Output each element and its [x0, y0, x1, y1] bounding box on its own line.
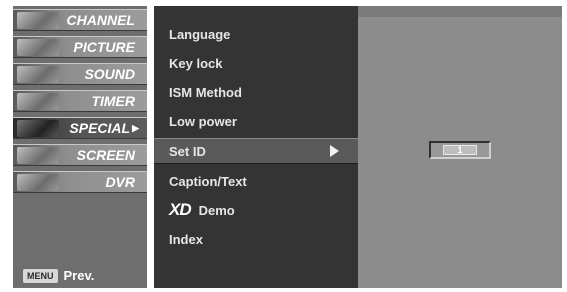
- prev-hint[interactable]: MENU Prev.: [23, 268, 94, 283]
- submenu-item-index[interactable]: Index: [154, 226, 358, 252]
- submenu-item-xd-demo[interactable]: XD Demo: [154, 197, 358, 223]
- menu-item-timer[interactable]: TIMER: [13, 90, 147, 112]
- menu-item-label: PICTURE: [73, 39, 135, 55]
- submenu-item-label: Caption/Text: [169, 173, 247, 189]
- menu-item-picture[interactable]: PICTURE: [13, 36, 147, 58]
- arrow-right-icon: [330, 145, 339, 157]
- sound-icon: [17, 66, 59, 83]
- menu-item-channel[interactable]: CHANNEL: [13, 9, 147, 31]
- screen-icon: [17, 147, 59, 164]
- special-submenu: Language Key lock ISM Method Low power S…: [154, 6, 358, 288]
- menu-item-label: SCREEN: [76, 147, 135, 163]
- value-panel: 1: [358, 6, 562, 288]
- menu-item-sound[interactable]: SOUND: [13, 63, 147, 85]
- xd-logo: XD: [169, 200, 192, 219]
- menu-item-dvr[interactable]: DVR: [13, 171, 147, 193]
- submenu-item-caption-text[interactable]: Caption/Text: [154, 168, 358, 194]
- submenu-item-label: ISM Method: [169, 84, 242, 100]
- prev-label: Prev.: [63, 268, 95, 283]
- submenu-item-ism-method[interactable]: ISM Method: [154, 79, 358, 105]
- picture-icon: [17, 39, 59, 56]
- set-id-value: 1: [443, 145, 477, 155]
- submenu-item-set-id[interactable]: Set ID: [154, 138, 358, 164]
- timer-icon: [17, 93, 59, 110]
- menu-item-special[interactable]: SPECIAL ▶: [13, 117, 147, 139]
- submenu-item-label: Demo: [198, 202, 235, 218]
- submenu-item-label: Low power: [169, 113, 237, 129]
- submenu-item-label: Language: [169, 26, 231, 42]
- menu-item-label: DVR: [105, 174, 135, 190]
- menu-item-label: SOUND: [84, 66, 135, 82]
- set-id-value-box[interactable]: 1: [429, 141, 491, 159]
- menu-item-label: SPECIAL: [69, 120, 131, 136]
- submenu-item-label: Key lock: [169, 55, 223, 71]
- menu-key-icon: MENU: [23, 268, 58, 283]
- panel-header-strip: [358, 6, 562, 17]
- channel-icon: [17, 12, 59, 29]
- main-menu: CHANNEL PICTURE SOUND TIMER SPECIAL ▶ SC…: [13, 6, 147, 288]
- special-icon: [17, 120, 59, 137]
- submenu-item-key-lock[interactable]: Key lock: [154, 50, 358, 76]
- menu-item-screen[interactable]: SCREEN: [13, 144, 147, 166]
- submenu-item-language[interactable]: Language: [154, 21, 358, 47]
- menu-item-label: CHANNEL: [66, 12, 135, 28]
- dvr-icon: [17, 174, 59, 191]
- menu-item-label: TIMER: [91, 93, 135, 109]
- submenu-item-low-power[interactable]: Low power: [154, 108, 358, 134]
- chevron-right-icon: ▶: [132, 122, 139, 133]
- submenu-item-label: Set ID: [169, 143, 206, 159]
- submenu-item-label: Index: [169, 231, 203, 247]
